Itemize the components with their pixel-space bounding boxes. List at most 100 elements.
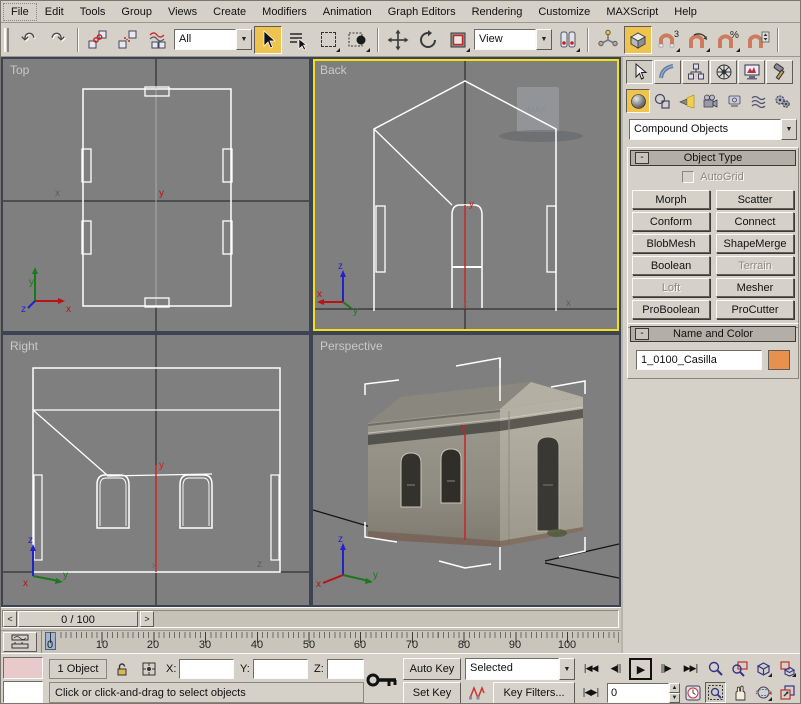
go-to-end-button[interactable]: ▶▶| [679,658,702,680]
time-slider-prev-button[interactable]: < [3,611,17,627]
menu-views[interactable]: Views [160,3,205,21]
tab-motion[interactable] [710,60,737,84]
maxscript-mini-listener[interactable] [3,681,43,703]
x-coordinate-field[interactable] [179,659,234,679]
redo-button[interactable]: ↷ [44,26,72,54]
select-and-manipulate-button[interactable] [594,26,622,54]
shapemerge-button[interactable]: ShapeMerge [716,234,794,253]
rectangular-selection-region-button[interactable] [314,26,342,54]
zoom-extents-all-button[interactable] [777,658,798,679]
name-and-color-rollout-header[interactable]: - Name and Color [630,326,796,342]
menu-graph-editors[interactable]: Graph Editors [380,3,464,21]
mesher-button[interactable]: Mesher [716,278,794,297]
viewport-back-label[interactable]: Back [320,63,347,77]
viewport-right-label[interactable]: Right [10,339,38,353]
set-keys-button[interactable] [365,664,399,696]
category-systems[interactable] [770,89,794,113]
unlink-selection-button[interactable] [114,26,142,54]
collapse-icon[interactable]: - [635,328,649,340]
key-mode-toggle-button[interactable]: |◀▶| [579,682,602,704]
blobmesh-button[interactable]: BlobMesh [632,234,710,253]
procutter-button[interactable]: ProCutter [716,300,794,319]
tab-utilities[interactable] [766,60,793,84]
viewport-perspective-canvas[interactable]: y z x y [313,335,619,605]
category-cameras[interactable] [698,89,722,113]
time-slider-next-button[interactable]: > [140,611,154,627]
spinner-snap-toggle-button[interactable] [744,26,772,54]
tab-modify[interactable] [654,60,681,84]
select-and-scale-button[interactable] [444,26,472,54]
object-color-swatch[interactable] [768,350,790,370]
category-space-warps[interactable] [746,89,770,113]
dropdown-arrow-icon[interactable]: ▼ [536,29,552,50]
tab-display[interactable] [738,60,765,84]
menu-edit[interactable]: Edit [37,3,72,21]
connect-button[interactable]: Connect [716,212,794,231]
undo-button[interactable]: ↶ [14,26,42,54]
object-type-rollout-header[interactable]: - Object Type [630,150,796,166]
key-filters-button[interactable]: Key Filters... [493,682,575,704]
percent-snap-toggle-button[interactable]: % [714,26,742,54]
menu-modifiers[interactable]: Modifiers [254,3,315,21]
zoom-extents-button[interactable] [753,658,774,679]
time-configuration-button[interactable] [683,682,703,704]
bind-to-space-warp-button[interactable] [144,26,172,54]
absolute-offset-mode-toggle[interactable] [137,659,161,679]
go-to-start-button[interactable]: |◀◀ [579,658,602,680]
time-slider-handle[interactable]: 0 / 100 [18,611,138,627]
default-in-out-tangents-button[interactable] [465,682,489,704]
select-object-button[interactable] [254,26,282,54]
tab-hierarchy[interactable] [682,60,709,84]
menu-help[interactable]: Help [666,3,705,21]
spinner-up-icon[interactable]: ▲ [669,683,680,693]
tab-create[interactable] [626,60,653,84]
viewport-perspective[interactable]: Perspective [313,335,619,605]
menu-create[interactable]: Create [205,3,254,21]
use-pivot-point-center-button[interactable] [554,26,582,54]
menu-maxscript[interactable]: MAXScript [598,3,666,21]
category-helpers[interactable] [722,89,746,113]
auto-key-button[interactable]: Auto Key [403,658,461,680]
menu-tools[interactable]: Tools [72,3,114,21]
dropdown-arrow-icon[interactable]: ▼ [236,29,252,50]
viewport-perspective-label[interactable]: Perspective [320,339,383,353]
conform-button[interactable]: Conform [632,212,710,231]
menu-group[interactable]: Group [113,3,160,21]
category-lights[interactable] [674,89,698,113]
window-crossing-toggle-button[interactable] [344,26,372,54]
menu-customize[interactable]: Customize [530,3,598,21]
zoom-button[interactable] [705,658,726,679]
open-mini-curve-editor-button[interactable] [3,632,37,652]
selection-filter-dropdown[interactable]: All ▼ [174,29,252,50]
maximize-viewport-toggle-button[interactable] [777,682,798,703]
menu-file[interactable]: File [3,3,37,21]
toolbar-grip[interactable] [4,28,9,52]
select-and-rotate-button[interactable] [414,26,442,54]
viewport-right-canvas[interactable]: y x z z y x [3,335,309,605]
spinner-down-icon[interactable]: ▼ [669,693,680,703]
select-by-name-button[interactable] [284,26,312,54]
keyboard-shortcut-override-button[interactable] [624,26,652,54]
viewport-top-label[interactable]: Top [10,63,29,77]
arc-rotate-button[interactable] [753,682,774,703]
zoom-all-button[interactable] [729,658,750,679]
previous-frame-button[interactable]: ◀|| [605,658,626,680]
category-shapes[interactable] [650,89,674,113]
viewport-top[interactable]: Top x y [3,59,309,331]
dropdown-arrow-icon[interactable]: ▼ [781,119,797,140]
next-frame-button[interactable]: ||▶ [655,658,676,680]
object-category-dropdown[interactable]: Compound Objects ▼ [629,119,797,140]
viewport-right[interactable]: Right y [3,335,309,605]
scatter-button[interactable]: Scatter [716,190,794,209]
viewport-top-canvas[interactable]: x y y x z [3,59,309,331]
menu-rendering[interactable]: Rendering [464,3,531,21]
morph-button[interactable]: Morph [632,190,710,209]
reference-coordinate-system-dropdown[interactable]: View ▼ [474,29,552,50]
dropdown-arrow-icon[interactable]: ▼ [559,658,575,680]
collapse-icon[interactable]: - [635,152,649,164]
angle-snap-toggle-button[interactable] [684,26,712,54]
select-and-move-button[interactable] [384,26,412,54]
snaps-toggle-button[interactable]: 3 [654,26,682,54]
menu-animation[interactable]: Animation [315,3,380,21]
pan-view-button[interactable] [729,682,750,703]
